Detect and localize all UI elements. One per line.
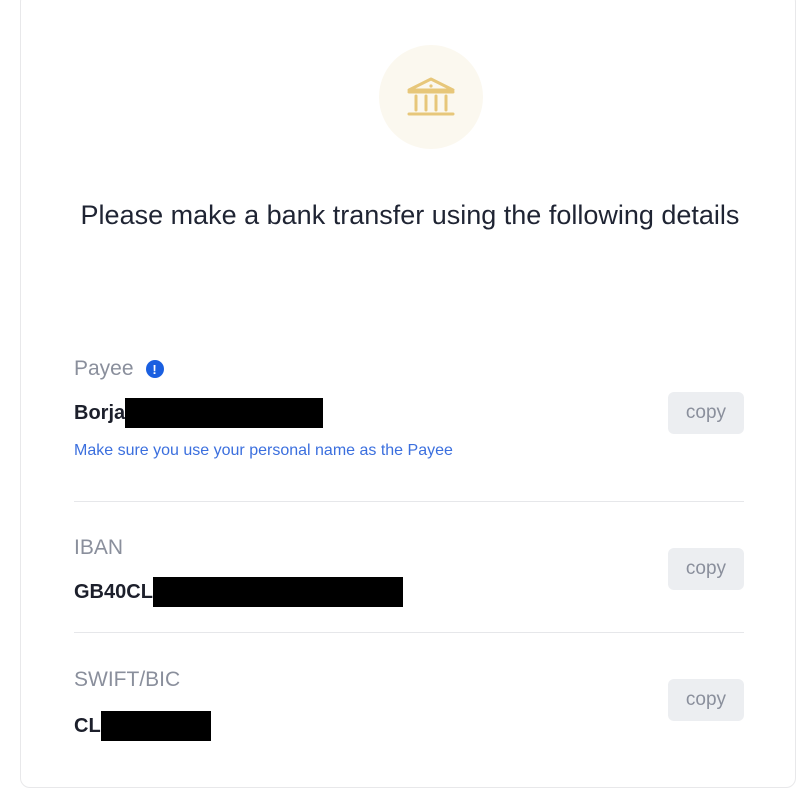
bank-icon	[407, 77, 455, 116]
payee-label-row: Payee !	[74, 356, 744, 382]
redaction-bar	[125, 398, 324, 428]
redaction-bar	[100, 711, 211, 741]
payee-value-row: Borja	[74, 398, 744, 428]
swift-section: SWIFT/BIC CL copy	[74, 667, 744, 741]
copy-payee-button[interactable]: copy	[668, 392, 744, 434]
copy-swift-button[interactable]: copy	[668, 679, 744, 721]
copy-iban-button[interactable]: copy	[668, 548, 744, 590]
iban-section: IBAN GB40CL copy	[74, 535, 744, 607]
bank-icon-badge	[379, 45, 483, 149]
payee-section: Payee ! Borja Make sure you use your per…	[74, 356, 744, 460]
iban-value-row: GB40CL	[74, 577, 744, 607]
iban-label: IBAN	[74, 536, 124, 559]
swift-value: CL	[74, 714, 101, 737]
redaction-bar	[152, 577, 403, 607]
iban-value: GB40CL	[74, 580, 153, 603]
info-icon[interactable]: !	[145, 360, 164, 378]
payee-label: Payee	[74, 357, 134, 380]
swift-label: SWIFT/BIC	[74, 668, 181, 691]
divider	[74, 501, 744, 502]
payee-value: Borja	[74, 401, 126, 424]
divider	[74, 632, 744, 633]
page-title: Please make a bank transfer using the fo…	[80, 200, 740, 230]
payee-hint: Make sure you use your personal name as …	[74, 442, 453, 459]
swift-value-row: CL	[74, 711, 744, 741]
